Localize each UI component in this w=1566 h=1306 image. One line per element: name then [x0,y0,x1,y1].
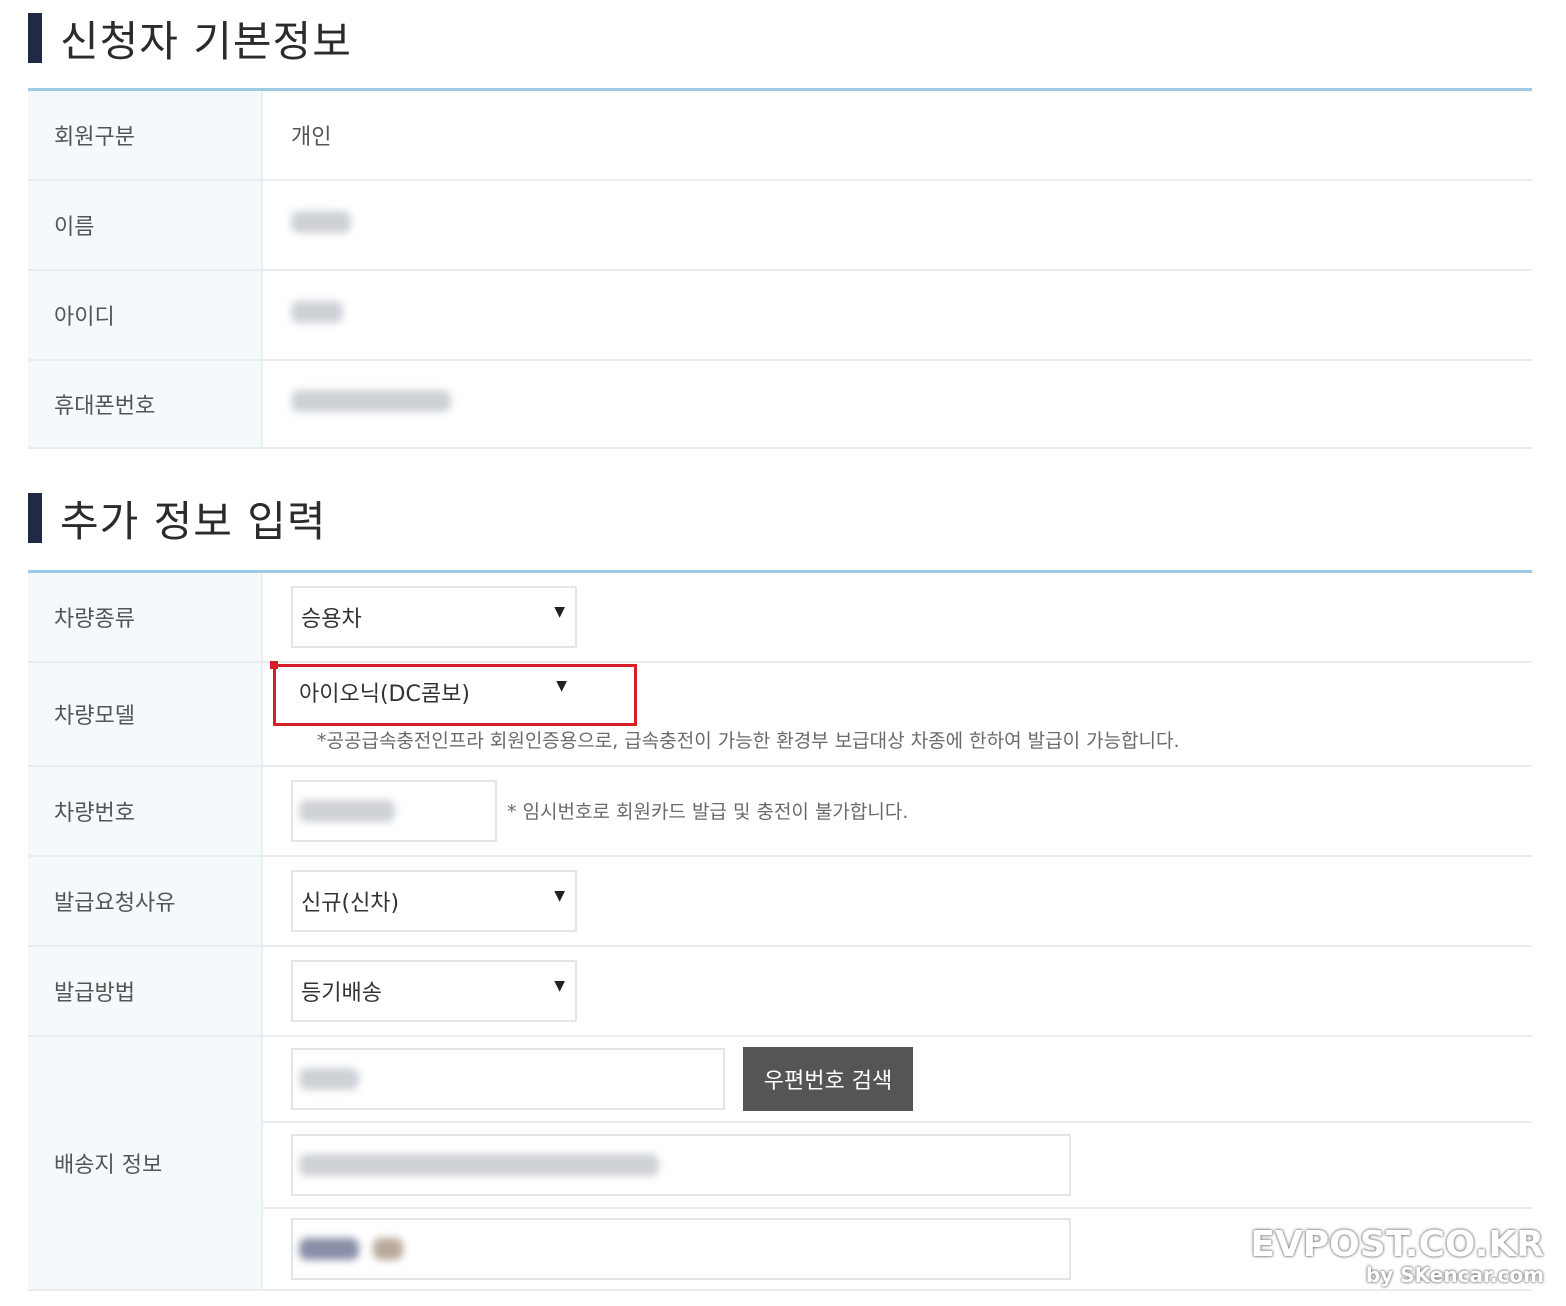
address-detail-input[interactable] [291,1217,1071,1280]
issue-method-label: 발급방법 [28,945,263,1037]
watermark: EVPOST.CO.KR by SKencar.com [1250,1224,1544,1287]
member-type-value: 개인 [262,89,1532,181]
dropdown-arrow-icon: ▼ [556,678,567,694]
highlight-marker-dot [270,661,278,669]
member-type-label: 회원구분 [28,89,263,181]
watermark-main-text: EVPOST.CO.KR [1250,1224,1544,1265]
dropdown-arrow-icon: ▼ [554,887,565,904]
issue-reason-label: 발급요청사유 [28,855,263,947]
title-bar-marker [28,493,42,543]
phone-label: 휴대폰번호 [28,359,263,449]
additional-info-table: 차량종류 승용차 ▼ 차량모델 아이오닉(DC콤보) ▼ *공공급속충전인프라 … [28,570,1532,1291]
phone-value-redacted [291,389,451,412]
watermark-sub-text: by SKencar.com [1365,1263,1544,1287]
vehicle-model-label: 차량모델 [28,661,263,767]
address-value-redacted [299,1153,659,1176]
issue-method-select[interactable]: 등기배송 ▼ [291,959,577,1022]
table-row: 아이디 [28,269,1532,361]
title-bar-marker [28,13,42,63]
table-row: 휴대폰번호 [28,359,1532,449]
table-row: 차량번호 * 임시번호로 회원카드 발급 및 충전이 불가합니다. [28,765,1532,857]
shipping-info-label: 배송지 정보 [28,1035,263,1291]
vehicle-number-value-redacted [299,799,395,822]
section-title-text: 신청자 기본정보 [60,16,352,66]
name-label: 이름 [28,179,263,271]
vehicle-model-select[interactable]: 아이오닉(DC콤보) ▼ [291,672,577,712]
vehicle-type-select[interactable]: 승용차 ▼ [291,585,577,648]
issue-reason-select[interactable]: 신규(신차) ▼ [291,869,577,932]
address-input[interactable] [291,1133,1071,1196]
section-title-basic-info: 신청자 기본정보 [28,12,352,66]
address-detail-value-redacted [299,1237,359,1260]
vehicle-type-selected: 승용차 [301,606,362,632]
table-row: 회원구분 개인 [28,89,1532,181]
user-id-value-redacted [291,300,343,323]
vehicle-number-note: * 임시번호로 회원카드 발급 및 충전이 불가합니다. [507,801,909,823]
table-row: 이름 [28,179,1532,271]
zipcode-input[interactable] [291,1047,725,1110]
section-title-text: 추가 정보 입력 [60,496,327,546]
vehicle-number-label: 차량번호 [28,765,263,857]
address-detail-value-redacted-2 [373,1237,403,1260]
name-value-redacted [291,210,351,233]
dropdown-arrow-icon: ▼ [554,977,565,994]
table-row: 발급방법 등기배송 ▼ [28,945,1532,1037]
zipcode-value-redacted [299,1067,359,1090]
table-row: 발급요청사유 신규(신차) ▼ [28,855,1532,947]
vehicle-model-note: *공공급속충전인프라 회원인증용으로, 급속충전이 가능한 환경부 보급대상 차… [317,730,1180,752]
table-row: 차량모델 아이오닉(DC콤보) ▼ *공공급속충전인프라 회원인증용으로, 급속… [28,661,1532,767]
issue-reason-selected: 신규(신차) [301,890,400,916]
basic-info-table: 회원구분 개인 이름 아이디 휴대폰번호 [28,88,1532,449]
zipcode-search-button[interactable]: 우편번호 검색 [743,1046,913,1111]
issue-method-selected: 등기배송 [301,980,382,1006]
section-title-additional-info: 추가 정보 입력 [28,492,327,546]
vehicle-model-selected: 아이오닉(DC콤보) [299,682,470,707]
vehicle-type-label: 차량종류 [28,571,263,663]
table-row: 차량종류 승용차 ▼ [28,571,1532,663]
vehicle-number-input[interactable] [291,779,497,842]
dropdown-arrow-icon: ▼ [554,603,565,620]
user-id-label: 아이디 [28,269,263,361]
